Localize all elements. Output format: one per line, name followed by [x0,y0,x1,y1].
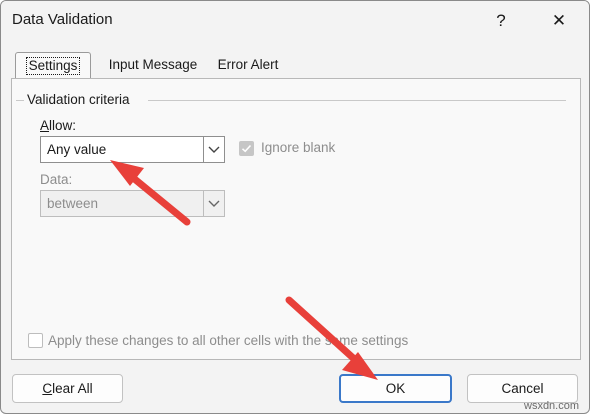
data-dropdown[interactable]: between [40,190,225,217]
chevron-down-icon[interactable] [203,137,224,162]
data-dropdown-value: between [47,196,99,211]
cancel-button[interactable]: Cancel [467,374,578,403]
ok-button[interactable]: OK [339,374,452,403]
allow-dropdown[interactable]: Any value [40,136,225,163]
settings-panel: Validation criteria Allow: Any value Ign… [11,78,581,360]
group-divider [148,100,566,101]
close-icon: ✕ [551,11,567,30]
apply-all-label: Apply these changes to all other cells w… [48,333,409,348]
ok-label: OK [385,381,406,396]
cancel-label: Cancel [501,381,544,396]
group-divider [16,100,24,101]
ignore-blank-checkbox[interactable] [239,141,254,156]
ignore-blank-label: Ignore blank [261,140,336,155]
tab-settings-label: Settings [25,57,81,75]
tab-settings[interactable]: Settings [15,52,91,79]
tab-input-message[interactable]: Input Message [97,52,209,78]
allow-label: Allow: [40,118,77,133]
validation-criteria-label: Validation criteria [27,92,130,107]
tab-input-message-label: Input Message [108,57,198,72]
tab-error-alert[interactable]: Error Alert [211,52,285,78]
clear-all-label: Clear All [42,381,93,396]
allow-dropdown-value: Any value [47,142,107,157]
apply-all-checkbox[interactable] [28,333,43,348]
watermark: wsxdn.com [524,400,580,412]
title-bar: Data Validation ? ✕ [1,1,589,41]
data-label: Data: [40,172,73,187]
clear-all-button[interactable]: Clear All [12,374,123,403]
chevron-down-icon[interactable] [203,191,224,216]
help-button[interactable]: ? [483,7,519,35]
data-validation-dialog: Data Validation ? ✕ Settings Input Messa… [0,0,590,414]
dialog-title: Data Validation [12,11,113,28]
close-button[interactable]: ✕ [541,7,577,35]
tab-error-alert-label: Error Alert [217,57,279,72]
help-icon: ? [496,11,506,30]
